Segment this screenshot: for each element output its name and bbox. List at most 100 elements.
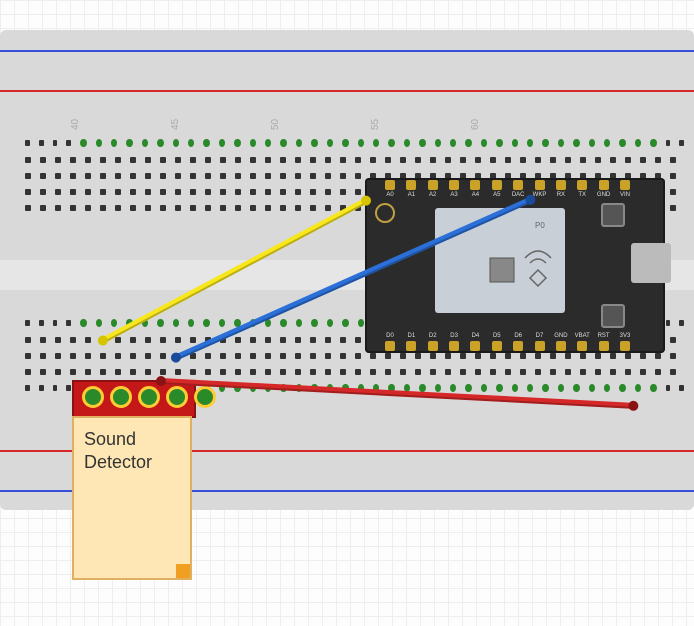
tie-hole [325, 353, 331, 359]
tie-hole [604, 139, 610, 147]
tie-hole [130, 337, 136, 343]
setup-button[interactable] [601, 203, 625, 227]
tie-hole [190, 369, 196, 375]
tie-hole [205, 353, 211, 359]
tie-hole [115, 173, 121, 179]
tie-hole [358, 139, 364, 147]
module-label: P0 [535, 221, 545, 230]
tie-hole [535, 353, 541, 359]
photon-pin-wkp [535, 180, 545, 190]
tie-hole [625, 353, 631, 359]
tie-hole [145, 157, 151, 163]
tie-hole [342, 139, 348, 147]
photon-pin-a4 [470, 180, 480, 190]
tie-hole [340, 337, 346, 343]
pin-label: A3 [445, 192, 463, 198]
tie-hole [404, 139, 410, 147]
tie-hole [450, 139, 456, 147]
tie-hole [265, 353, 271, 359]
tie-hole [25, 353, 31, 359]
tie-hole [505, 353, 511, 359]
tie-hole [85, 337, 91, 343]
pin-label: D0 [381, 333, 399, 339]
tie-hole [130, 369, 136, 375]
tie-hole [589, 384, 595, 392]
col-label: 40 [70, 119, 81, 130]
tie-row [25, 140, 684, 147]
tie-hole [340, 173, 346, 179]
tie-hole [205, 173, 211, 179]
photon-pin-d7 [535, 341, 545, 351]
tie-hole [55, 353, 61, 359]
tie-hole [373, 139, 379, 147]
sound-detector-pad [138, 386, 160, 408]
tie-hole [66, 140, 71, 146]
tie-hole [619, 139, 625, 147]
tie-hole [325, 157, 331, 163]
tie-hole [100, 173, 106, 179]
tie-hole [96, 319, 102, 327]
tie-hole [445, 353, 451, 359]
tie-hole [415, 157, 421, 163]
tie-hole [203, 139, 209, 147]
tie-hole [85, 173, 91, 179]
tie-hole [558, 384, 564, 392]
tie-hole [96, 139, 102, 147]
tie-hole [400, 157, 406, 163]
tie-hole [295, 353, 301, 359]
reset-button[interactable] [601, 304, 625, 328]
tie-hole [250, 173, 256, 179]
tie-hole [385, 369, 391, 375]
tie-hole [419, 139, 425, 147]
tie-hole [666, 385, 671, 391]
tie-hole [25, 205, 31, 211]
tie-hole [604, 384, 610, 392]
pin-label: TX [573, 192, 591, 198]
tie-hole [296, 139, 302, 147]
tie-hole [40, 369, 46, 375]
tie-hole [173, 139, 179, 147]
tie-hole [445, 369, 451, 375]
tie-hole [219, 139, 225, 147]
tie-hole [145, 353, 151, 359]
tie-hole [265, 189, 271, 195]
tie-hole [580, 353, 586, 359]
tie-hole [460, 353, 466, 359]
tie-hole [370, 157, 376, 163]
tie-row [25, 157, 684, 163]
sound-title-line2: Detector [84, 452, 152, 472]
pin-label: D3 [445, 333, 463, 339]
pin-label: VIN [616, 192, 634, 198]
tie-hole [220, 189, 226, 195]
tie-hole [460, 157, 466, 163]
tie-hole [265, 139, 271, 147]
tie-hole [520, 157, 526, 163]
photon-pin-gnd [556, 341, 566, 351]
col-label: 60 [470, 119, 481, 130]
tie-hole [580, 157, 586, 163]
tie-hole [205, 189, 211, 195]
tie-hole [234, 139, 240, 147]
tie-hole [265, 205, 271, 211]
tie-hole [115, 205, 121, 211]
tie-hole [205, 369, 211, 375]
tie-hole [655, 369, 661, 375]
tie-hole [25, 337, 31, 343]
tie-hole [475, 157, 481, 163]
tie-hole [85, 205, 91, 211]
tie-hole [310, 205, 316, 211]
tie-hole [157, 139, 163, 147]
tie-hole [100, 205, 106, 211]
tie-hole [310, 157, 316, 163]
tie-hole [325, 205, 331, 211]
photon-pin-d6 [513, 341, 523, 351]
sound-detector-board: Sound Detector [72, 380, 192, 580]
tie-hole [39, 385, 44, 391]
tie-hole [355, 173, 361, 179]
tie-hole [640, 353, 646, 359]
tie-hole [70, 173, 76, 179]
tie-hole [145, 369, 151, 375]
tie-hole [25, 189, 31, 195]
tie-hole [219, 319, 225, 327]
tie-hole [340, 157, 346, 163]
